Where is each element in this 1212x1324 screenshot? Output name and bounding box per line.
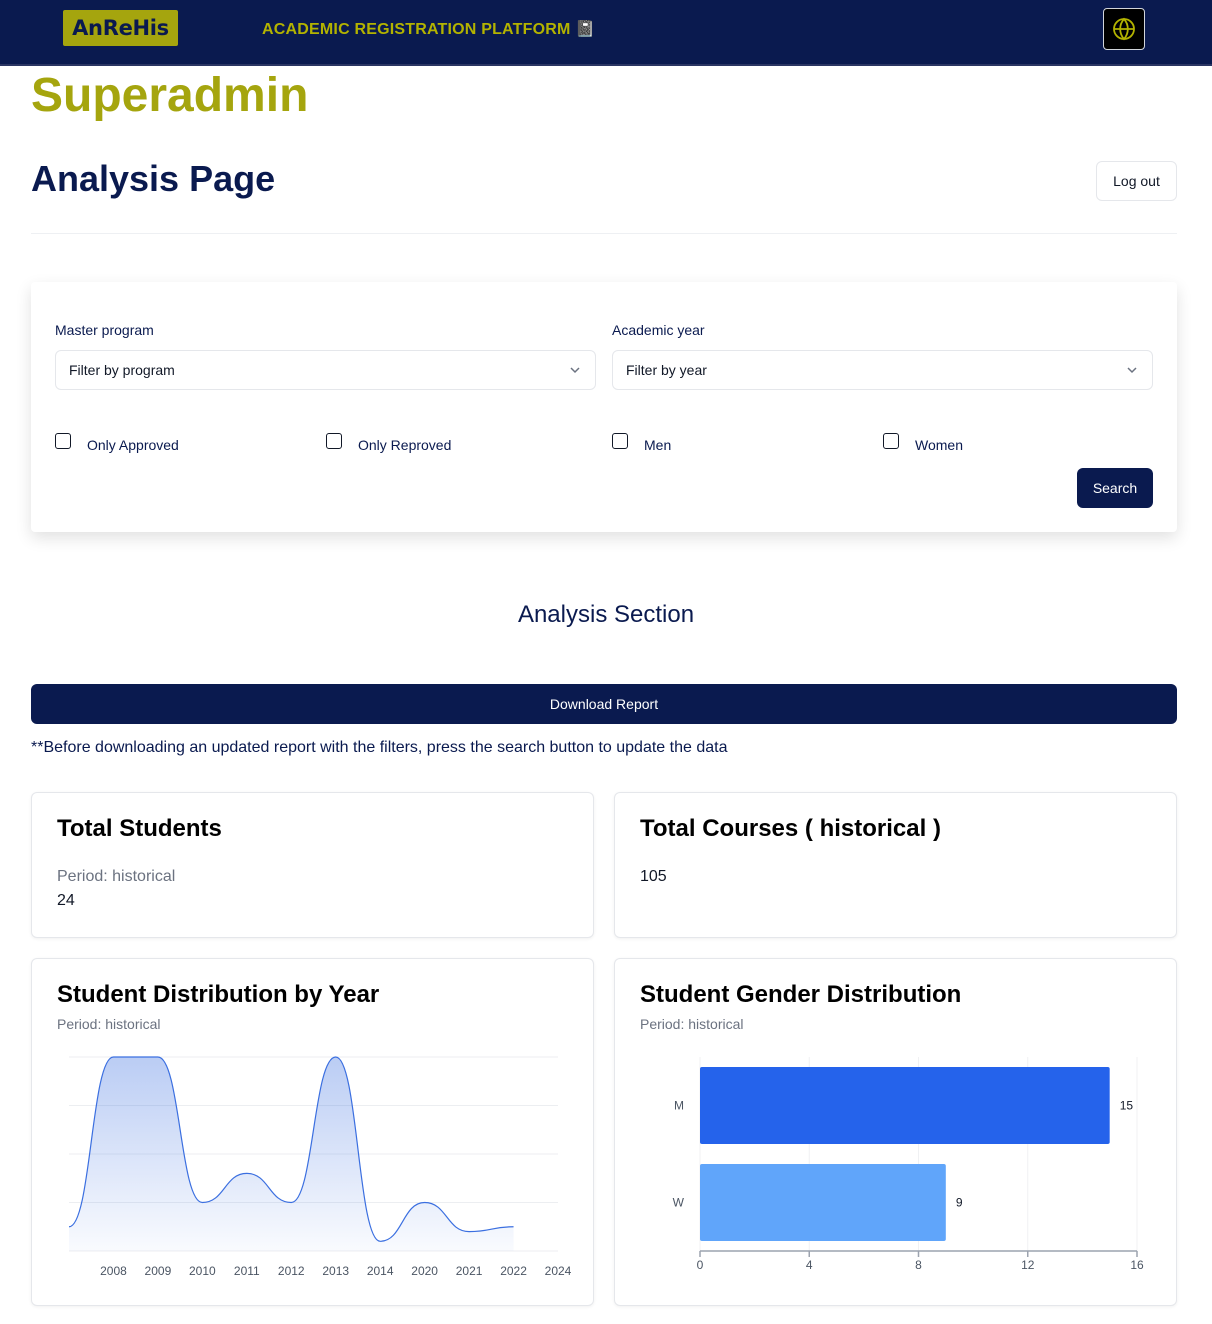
total-courses-title: Total Courses ( historical ): [640, 815, 941, 842]
globe-icon: [1113, 17, 1135, 41]
logout-button[interactable]: Log out: [1096, 161, 1177, 201]
bar-m: [700, 1067, 1110, 1144]
total-students-period: Period: historical: [57, 868, 176, 885]
x-tick-label: 8: [915, 1258, 922, 1272]
x-tick-label: 2022: [500, 1264, 527, 1278]
page-title: Analysis Page: [31, 158, 276, 199]
bar-value-label: 15: [1120, 1099, 1134, 1113]
search-button[interactable]: Search: [1077, 468, 1153, 508]
year-distribution-card: Student Distribution by Year Period: his…: [31, 958, 594, 1306]
x-tick-label: 2024: [545, 1264, 572, 1278]
x-tick-label: 2009: [145, 1264, 172, 1278]
x-tick-label: 2008: [100, 1264, 127, 1278]
language-button[interactable]: [1103, 8, 1145, 50]
year-select-value: Filter by year: [626, 362, 707, 378]
x-tick-label: 12: [1021, 1258, 1035, 1272]
platform-title: ACADEMIC REGISTRATION PLATFORM 📓: [262, 21, 596, 38]
only-approved-label: Only Approved: [87, 437, 179, 453]
logo[interactable]: AnReHis: [63, 10, 178, 46]
men-checkbox[interactable]: [612, 433, 628, 449]
x-tick-label: 2010: [189, 1264, 216, 1278]
total-students-value: 24: [57, 892, 75, 909]
x-tick-label: 2020: [411, 1264, 438, 1278]
x-tick-label: 16: [1130, 1258, 1144, 1272]
x-tick-label: 2014: [367, 1264, 394, 1278]
y-tick-label: W: [673, 1196, 685, 1210]
bar-w: [700, 1164, 946, 1241]
x-tick-label: 2021: [456, 1264, 483, 1278]
top-navbar: AnReHis ACADEMIC REGISTRATION PLATFORM 📓: [0, 0, 1212, 66]
program-select-value: Filter by program: [69, 362, 175, 378]
year-distribution-chart: 2008 2009 2010 2011 2012 2013 2014 2020 2021 2022…: [68, 1056, 572, 1278]
program-label: Master program: [55, 322, 154, 338]
gender-distribution-card: Student Gender Distribution Period: hist…: [614, 958, 1177, 1306]
year-select[interactable]: Filter by year: [612, 350, 1153, 390]
year-label: Academic year: [612, 322, 705, 338]
chevron-down-icon: [570, 367, 580, 374]
women-checkbox[interactable]: [883, 433, 899, 449]
download-report-button[interactable]: Download Report: [31, 684, 1177, 724]
x-tick-label: 2013: [322, 1264, 349, 1278]
chevron-down-icon: [1127, 367, 1137, 374]
x-tick-label: 2011: [234, 1264, 260, 1278]
filter-panel: Master program Filter by program Academi…: [31, 282, 1177, 532]
total-courses-value: 105: [640, 868, 667, 885]
divider: [31, 233, 1177, 234]
total-students-title: Total Students: [57, 815, 222, 842]
total-courses-card: Total Courses ( historical ) 105: [614, 792, 1177, 938]
download-note: **Before downloading an updated report w…: [31, 739, 728, 756]
bar-value-label: 9: [956, 1196, 963, 1210]
program-select[interactable]: Filter by program: [55, 350, 596, 390]
only-reproved-label: Only Reproved: [358, 437, 452, 453]
analysis-section-title: Analysis Section: [517, 601, 695, 628]
total-students-card: Total Students Period: historical 24: [31, 792, 594, 938]
men-label: Men: [644, 437, 672, 453]
x-tick-label: 2012: [278, 1264, 305, 1278]
y-tick-label: M: [674, 1099, 684, 1113]
only-reproved-checkbox[interactable]: [326, 433, 342, 449]
women-label: Women: [915, 437, 963, 453]
x-tick-label: 0: [697, 1258, 704, 1272]
user-role-heading: Superadmin: [31, 69, 309, 122]
gender-distribution-chart: 0 4 8 12 16 M 15 W 9: [673, 1057, 1144, 1272]
x-tick-label: 4: [806, 1258, 813, 1272]
only-approved-checkbox[interactable]: [55, 433, 71, 449]
